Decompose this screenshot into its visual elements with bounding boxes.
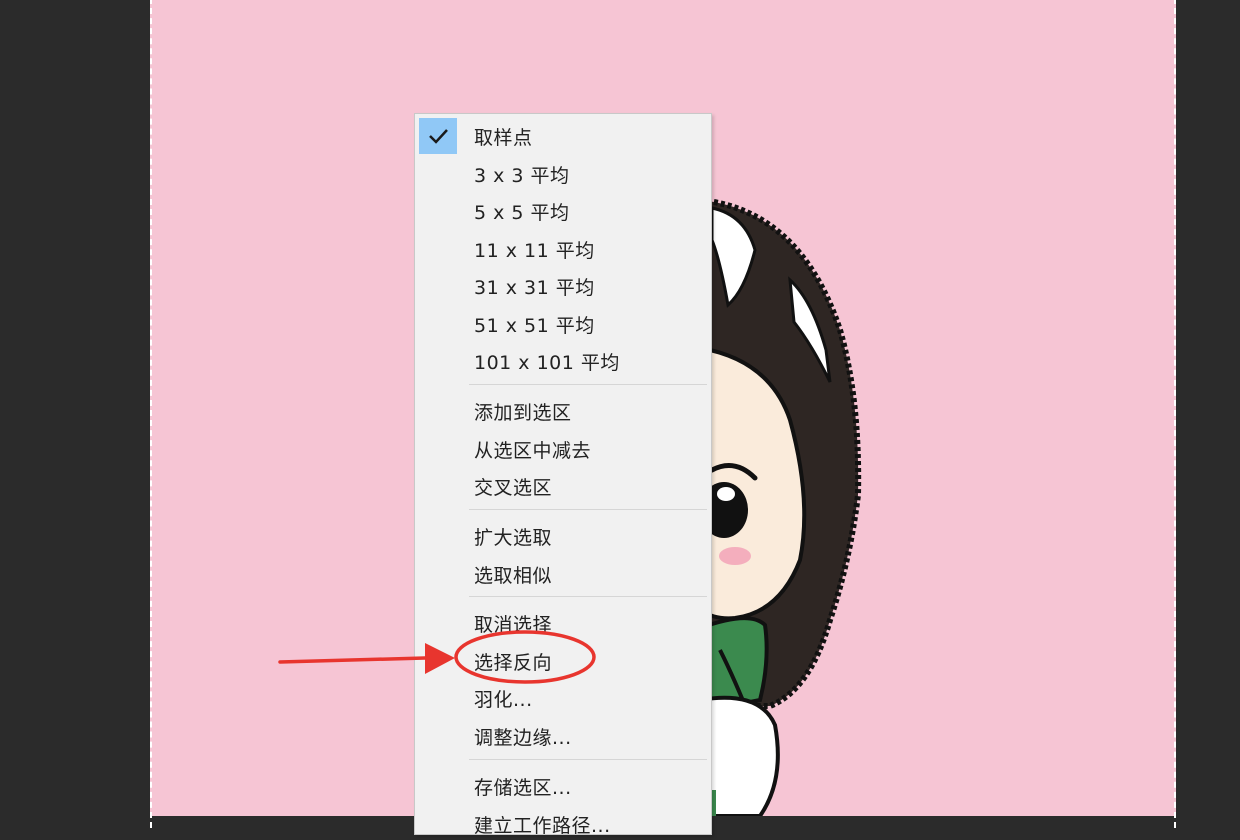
menu-item-label: 羽化... — [474, 689, 533, 711]
menu-item-similar[interactable]: 选取相似 — [415, 554, 711, 590]
menu-item-label: 扩大选取 — [474, 527, 553, 549]
menu-separator — [469, 759, 707, 760]
menu-item-label: 添加到选区 — [474, 402, 572, 424]
menu-item-deselect[interactable]: 取消选择 — [415, 603, 711, 639]
menu-item-make-work-path[interactable]: 建立工作路径... — [415, 804, 711, 840]
menu-item-label: 存储选区... — [474, 777, 572, 799]
menu-item-label: 3 x 3 平均 — [474, 165, 570, 187]
menu-item-refine-edge[interactable]: 调整边缘... — [415, 716, 711, 752]
menu-item-3x3-average[interactable]: 3 x 3 平均 — [415, 154, 711, 190]
checkmark-icon — [429, 129, 448, 144]
menu-item-label: 建立工作路径... — [474, 815, 611, 837]
menu-item-5x5-average[interactable]: 5 x 5 平均 — [415, 191, 711, 227]
menu-item-label: 5 x 5 平均 — [474, 202, 570, 224]
menu-item-feather[interactable]: 羽化... — [415, 678, 711, 714]
menu-separator — [469, 384, 707, 385]
menu-item-label: 调整边缘... — [474, 727, 572, 749]
menu-item-add-to-selection[interactable]: 添加到选区 — [415, 391, 711, 427]
menu-item-label: 从选区中减去 — [474, 440, 592, 462]
selection-context-menu: 取样点 3 x 3 平均 5 x 5 平均 11 x 11 平均 31 x 31… — [414, 113, 712, 837]
menu-item-label: 51 x 51 平均 — [474, 315, 595, 337]
menu-separator — [469, 509, 707, 510]
menu-item-label: 交叉选区 — [474, 477, 553, 499]
menu-item-label: 取样点 — [474, 127, 533, 149]
menu-item-point-sample[interactable]: 取样点 — [415, 116, 711, 154]
menu-item-51x51-average[interactable]: 51 x 51 平均 — [415, 304, 711, 340]
menu-item-label: 选取相似 — [474, 565, 553, 587]
menu-item-grow[interactable]: 扩大选取 — [415, 516, 711, 552]
menu-item-select-inverse[interactable]: 选择反向 — [415, 641, 711, 677]
menu-separator — [469, 596, 707, 597]
menu-item-101x101-average[interactable]: 101 x 101 平均 — [415, 341, 711, 377]
menu-item-label: 11 x 11 平均 — [474, 240, 595, 262]
menu-item-label: 取消选择 — [474, 614, 553, 636]
menu-item-save-selection[interactable]: 存储选区... — [415, 766, 711, 802]
menu-item-intersect-selection[interactable]: 交叉选区 — [415, 466, 711, 502]
checkbox-highlight — [419, 118, 457, 154]
menu-item-label: 101 x 101 平均 — [474, 352, 620, 374]
menu-item-31x31-average[interactable]: 31 x 31 平均 — [415, 266, 711, 302]
menu-item-subtract-from-selection[interactable]: 从选区中减去 — [415, 429, 711, 465]
menu-item-11x11-average[interactable]: 11 x 11 平均 — [415, 229, 711, 265]
menu-item-label: 31 x 31 平均 — [474, 277, 595, 299]
menu-item-label: 选择反向 — [474, 652, 553, 674]
